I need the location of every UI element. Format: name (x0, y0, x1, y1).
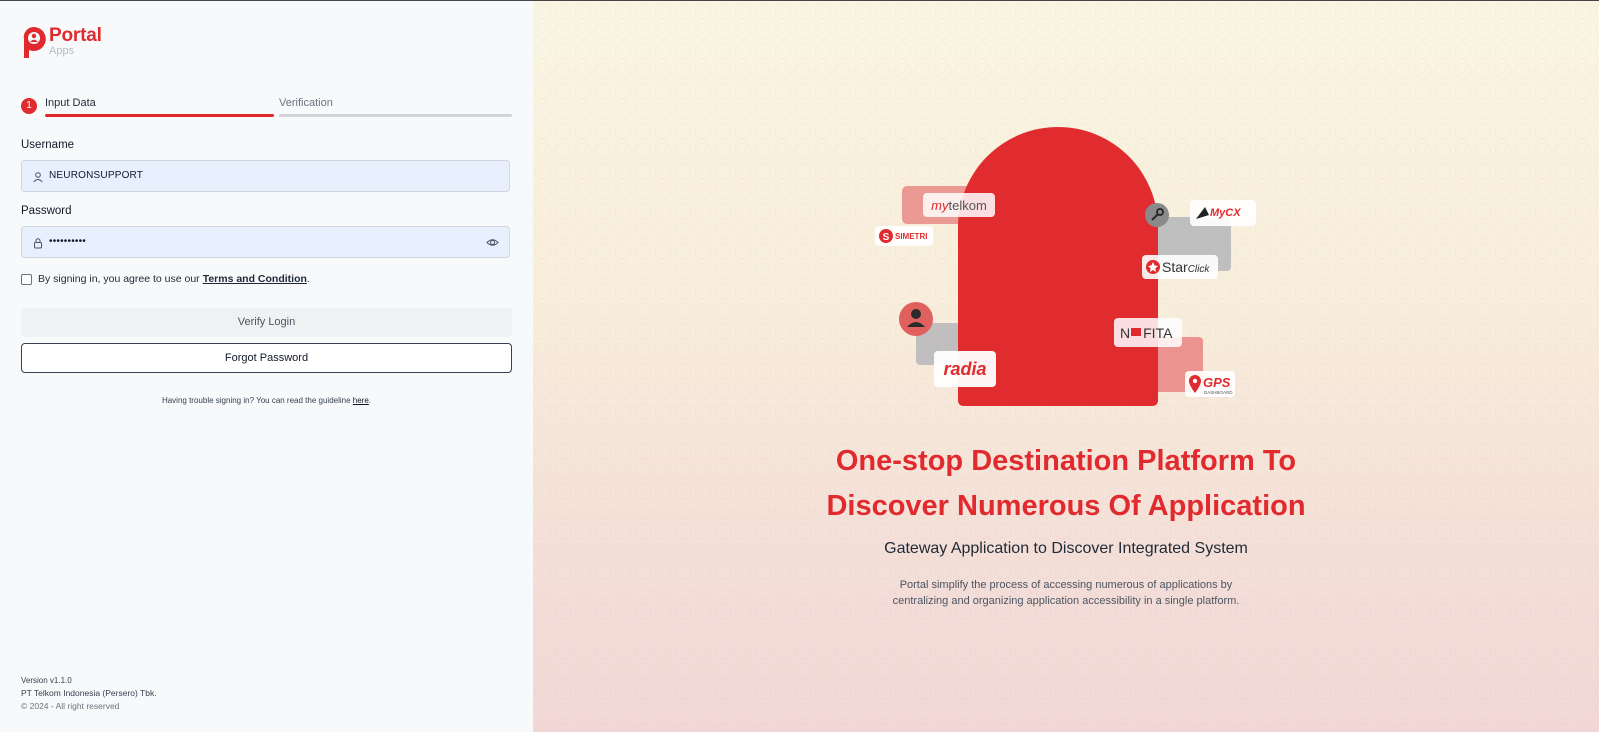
mytelkom-suffix: telkom (949, 198, 987, 213)
gps-logo: GPS (1203, 375, 1231, 390)
nafita-logo: N FITA (1120, 325, 1173, 341)
guideline-link[interactable]: here (353, 396, 369, 405)
version-text: Version v1.1.0 (21, 676, 72, 685)
radia-logo: radia (943, 359, 986, 379)
forgot-password-button[interactable]: Forgot Password (21, 343, 512, 373)
step-input-data-progress (45, 114, 274, 117)
mycx-logo: MyCX (1210, 207, 1241, 219)
headline-line-1: One-stop Destination Platform To (835, 445, 1297, 477)
username-input[interactable] (49, 161, 469, 191)
portal-logo: Portal Apps (21, 26, 102, 59)
trouble-signing-in: Having trouble signing in? You can read … (21, 396, 512, 405)
step-verification-progress (279, 114, 512, 117)
nafita-suffix: FITA (1143, 325, 1173, 341)
step-number-badge: 1 (21, 98, 37, 114)
lock-icon (34, 238, 42, 249)
brand-subtitle: Apps (49, 45, 75, 57)
username-label: Username (21, 139, 75, 151)
simetri-logo: SIMETRI (895, 232, 927, 241)
password-input[interactable]: •••••••••• (49, 227, 469, 257)
svg-text:S: S (883, 232, 890, 243)
portal-logo-icon (23, 26, 46, 58)
password-label: Password (21, 205, 72, 217)
subheadline: Gateway Application to Discover Integrat… (884, 540, 1248, 557)
nafita-mark-icon (1131, 328, 1141, 336)
mytelkom-prefix: my (931, 198, 950, 213)
headline-line-2: Discover Numerous Of Application (826, 490, 1306, 522)
step-input-data-label: Input Data (45, 97, 96, 109)
nafita-prefix: N (1120, 325, 1130, 341)
description-line-2: centralizing and organizing application … (892, 595, 1240, 607)
description-line-1: Portal simplify the process of accessing… (899, 579, 1233, 591)
stepper: 1 Input Data Verification (21, 96, 512, 118)
step-verification-label: Verification (279, 97, 333, 109)
password-field[interactable]: •••••••••• (21, 226, 510, 258)
description: Portal simplify the process of accessing… (533, 577, 1599, 609)
user-icon (33, 172, 43, 183)
trouble-text: Having trouble signing in? You can read … (161, 396, 351, 405)
starclick-prefix: Star (1162, 259, 1188, 275)
starclick-suffix: Click (1188, 264, 1211, 275)
apps-illustration: mytelkom S SIMETRI MyCX StarClick N FITA (875, 127, 1256, 406)
company-text: PT Telkom Indonesia (Persero) Tbk. (21, 688, 157, 698)
verify-login-button[interactable]: Verify Login (21, 308, 512, 337)
copyright-text: © 2024 - All right reserved (21, 701, 120, 711)
terms-agreement: By signing in, you agree to use our Term… (21, 273, 310, 285)
username-field[interactable] (21, 160, 510, 192)
brand-name: Portal (49, 25, 102, 46)
hero-panel: mytelkom S SIMETRI MyCX StarClick N FITA (533, 1, 1599, 732)
terms-link[interactable]: Terms and Condition (203, 273, 307, 285)
login-panel: Portal Apps 1 Input Data Verification Us… (0, 1, 533, 732)
gps-sub-logo: DASHBOARD (1204, 390, 1233, 395)
trouble-end: . (368, 396, 372, 405)
terms-checkbox[interactable] (21, 273, 32, 285)
terms-agreement-text: By signing in, you agree to use our (38, 273, 200, 285)
footer: Version v1.1.0 PT Telkom Indonesia (Pers… (21, 674, 157, 713)
mytelkom-logo: mytelkom (931, 198, 987, 213)
show-password-eye-icon[interactable] (486, 236, 499, 249)
terms-agreement-end: . (306, 273, 310, 285)
